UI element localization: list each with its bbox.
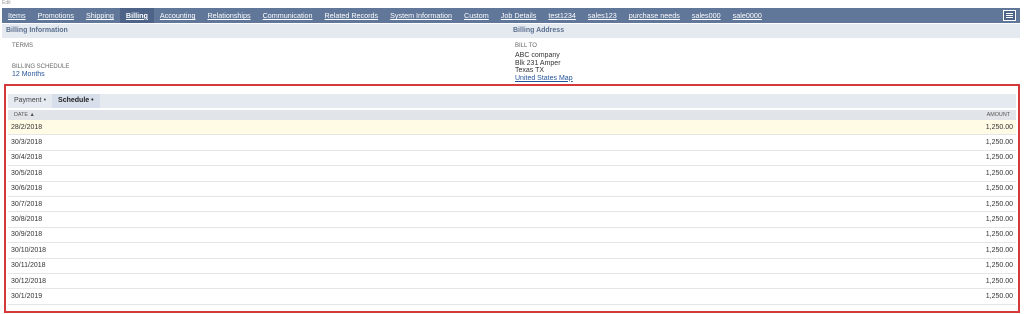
bill-to-line: Blk 231 Amper [515, 59, 561, 67]
tab-accounting[interactable]: Accounting [154, 8, 202, 23]
amount-cell: 1,250.00 [985, 216, 1013, 224]
tab-related-records[interactable]: Related Records [319, 8, 385, 23]
map-link[interactable]: United States Map [515, 75, 573, 83]
tab-communication[interactable]: Communication [257, 8, 319, 23]
bill-to-line: Texas TX [515, 67, 545, 75]
date-cell: 30/10/2018 [11, 246, 47, 254]
tab-items[interactable]: Items [2, 8, 32, 23]
amount-cell: 1,250.00 [985, 123, 1013, 131]
subtab-bar: Payment • Schedule • [8, 94, 1016, 108]
hamburger-icon[interactable] [1003, 10, 1016, 21]
date-cell: 30/8/2018 [11, 216, 43, 224]
table-row[interactable]: 30/1/2019 1,250.00 [8, 289, 1016, 305]
amount-cell: 1,250.00 [985, 246, 1013, 254]
amount-cell: 1,250.00 [985, 185, 1013, 193]
tab-sale0000[interactable]: sale0000 [727, 8, 768, 23]
date-cell: 30/9/2018 [11, 231, 43, 239]
schedule-table: DATE ▲ AMOUNT 28/2/2018 1,250.00 30/3/2018… [8, 110, 1016, 305]
table-row[interactable]: 30/8/2018 1,250.00 [8, 212, 1016, 228]
billing-address-title: Billing Address [513, 27, 565, 34]
amount-cell: 1,250.00 [985, 277, 1013, 285]
table-body: 28/2/2018 1,250.00 30/3/2018 1,250.00 30/4/2… [8, 120, 1016, 305]
date-cell: 30/5/2018 [11, 169, 43, 177]
terms-label: TERMS [12, 43, 33, 49]
date-cell: 30/11/2018 [11, 262, 46, 270]
tab-job-details[interactable]: Job Details [495, 8, 543, 23]
table-row[interactable]: 30/3/2018 1,250.00 [8, 135, 1016, 151]
table-row[interactable]: 30/7/2018 1,250.00 [8, 196, 1016, 213]
tab-purchase-needs[interactable]: purchase needs [623, 8, 686, 23]
subtab-payment[interactable]: Payment • [8, 94, 52, 108]
table-row[interactable]: 30/11/2018 1,250.00 [8, 258, 1016, 274]
date-cell: 30/12/2018 [11, 277, 47, 285]
bill-to-line: ABC company [515, 52, 560, 59]
amount-cell: 1,250.00 [985, 200, 1013, 208]
amount-cell: 1,250.00 [985, 292, 1013, 300]
top-tiny-text: Edit [2, 0, 11, 6]
amount-cell: 1,250.00 [985, 139, 1013, 147]
table-row[interactable]: 28/2/2018 1,250.00 [8, 120, 1016, 136]
amount-cell: 1,250.00 [985, 154, 1013, 162]
date-column-header[interactable]: DATE ▲ [14, 112, 35, 118]
tab-shipping[interactable]: Shipping [80, 8, 120, 23]
tab-relationships[interactable]: Relationships [201, 8, 256, 23]
amount-column-header[interactable]: AMOUNT [987, 112, 1010, 118]
table-row[interactable]: 30/9/2018 1,250.00 [8, 227, 1016, 244]
bill-to-address: ABC company Blk 231 Amper Texas TX Unite… [515, 52, 573, 82]
amount-cell: 1,250.00 [985, 169, 1013, 177]
date-cell: 30/6/2018 [11, 185, 43, 193]
date-cell: 30/1/2019 [11, 292, 43, 300]
top-strip: Edit [0, 0, 1024, 8]
amount-cell: 1,250.00 [985, 231, 1013, 239]
billing-information-title: Billing Information [6, 27, 68, 34]
date-cell: 30/4/2018 [11, 154, 43, 162]
tab-test1234[interactable]: test1234 [542, 8, 582, 23]
date-cell: 30/7/2018 [11, 200, 43, 208]
tab-sales000[interactable]: sales000 [686, 8, 727, 23]
table-row[interactable]: 30/4/2018 1,250.00 [8, 150, 1016, 167]
table-row[interactable]: 30/6/2018 1,250.00 [8, 181, 1016, 197]
table-row[interactable]: 30/12/2018 1,250.00 [8, 273, 1016, 290]
tab-sales123[interactable]: sales123 [582, 8, 623, 23]
table-row[interactable]: 30/10/2018 1,250.00 [8, 243, 1016, 259]
bill-to-label: BILL TO [515, 43, 537, 49]
tab-system-information[interactable]: System Information [384, 8, 458, 23]
tab-billing[interactable]: Billing [119, 8, 154, 23]
table-header: DATE ▲ AMOUNT [8, 110, 1016, 120]
section-headers: Billing Information Billing Address [2, 24, 1020, 38]
main-tab-bar: Items Promotions Shipping Billing Accounting… [2, 8, 1020, 23]
tab-custom[interactable]: Custom [458, 8, 495, 23]
amount-cell: 1,250.00 [985, 262, 1013, 270]
schedule-highlight-box: Payment • Schedule • DATE ▲ AMOUNT 28/2/… [4, 84, 1020, 313]
date-cell: 30/3/2018 [11, 139, 43, 147]
billing-schedule-link[interactable]: 12 Months [12, 71, 45, 78]
subtab-schedule[interactable]: Schedule • [52, 94, 100, 108]
tab-promotions[interactable]: Promotions [32, 8, 80, 23]
billing-schedule-label: BILLING SCHEDULE [12, 64, 70, 70]
table-row[interactable]: 30/5/2018 1,250.00 [8, 166, 1016, 182]
date-cell: 28/2/2018 [11, 123, 43, 131]
